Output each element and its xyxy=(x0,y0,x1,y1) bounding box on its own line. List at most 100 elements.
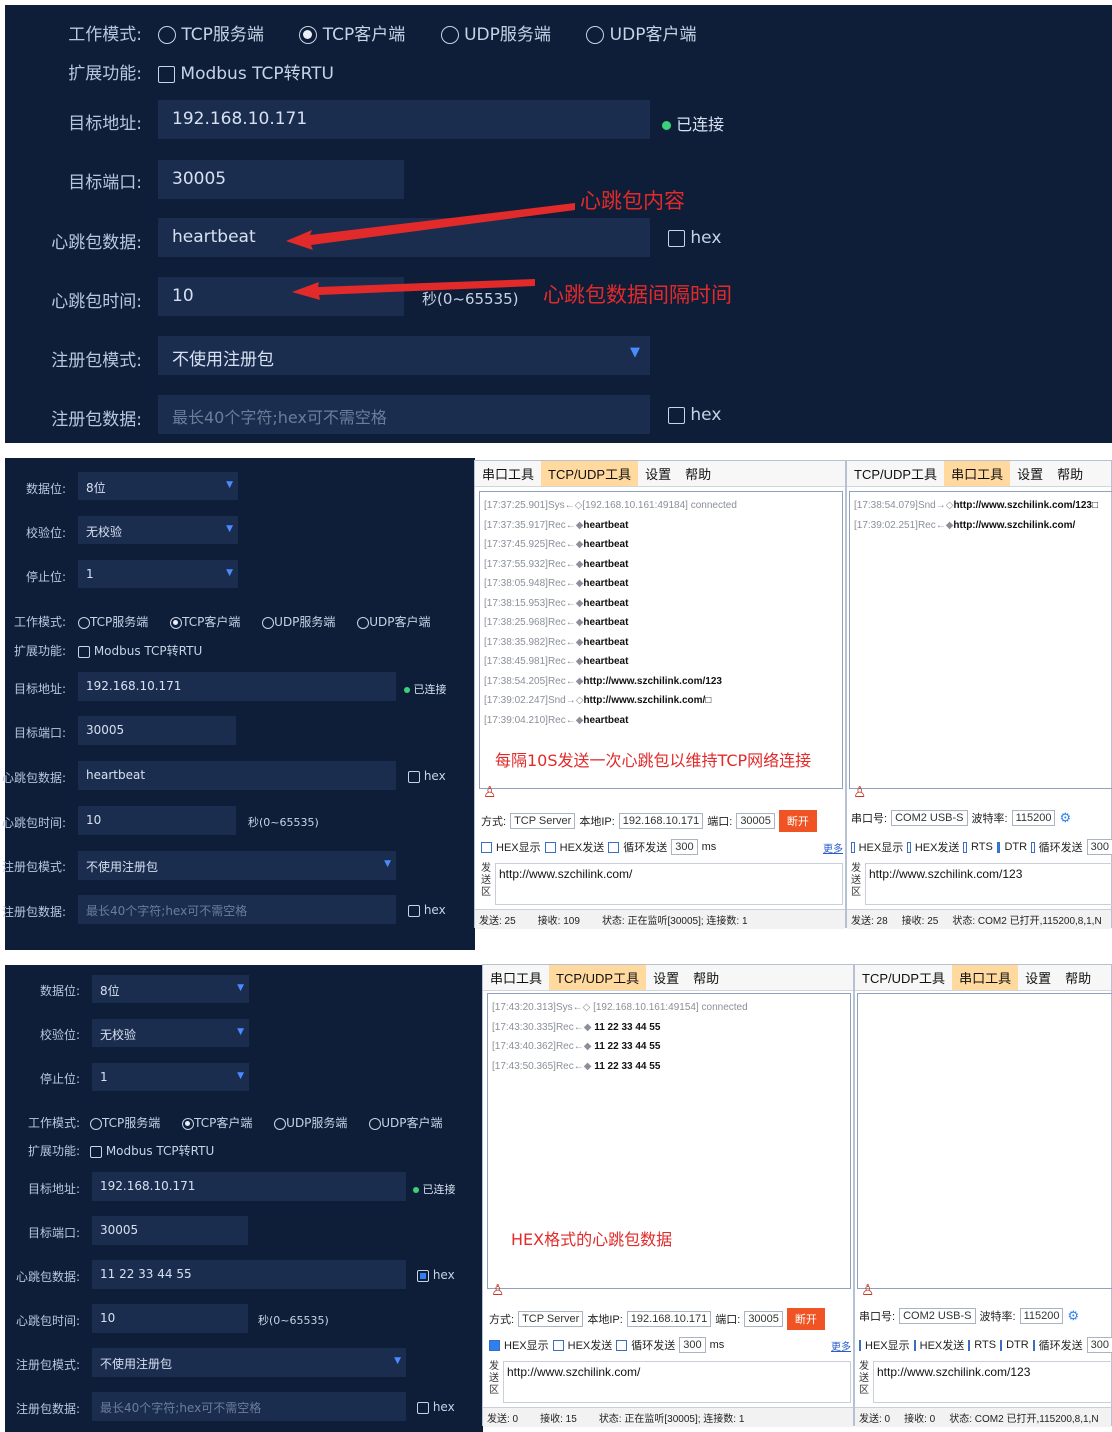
port-label: 端口: xyxy=(715,1314,741,1326)
stop-bits-select[interactable]: 1 ▼ xyxy=(78,560,238,588)
port-input[interactable]: 30005 xyxy=(744,1311,783,1327)
hex-send-label: HEX发送 xyxy=(559,842,605,854)
parity-label: 校验位: xyxy=(25,526,66,540)
menu-help[interactable]: 帮助 xyxy=(686,965,726,990)
loop-send-checkbox[interactable] xyxy=(616,1339,628,1351)
menu-tcp-udp-tool[interactable]: TCP/UDP工具 xyxy=(541,461,639,486)
hex-show-label: HEX显示 xyxy=(858,842,904,854)
menu-serial-tool[interactable]: 串口工具 xyxy=(952,965,1019,990)
mode-udp-client[interactable]: UDP客户端 xyxy=(369,1116,443,1130)
loop-interval-input[interactable]: 300 xyxy=(679,1337,706,1353)
send-textarea[interactable]: http://www.szchilink.com/ xyxy=(495,863,843,905)
data-bits-select[interactable]: 8位 ▼ xyxy=(78,472,238,500)
data-bits-select[interactable]: 8位 ▼ xyxy=(92,975,249,1003)
hex-send-checkbox[interactable] xyxy=(913,1339,916,1351)
dtr-checkbox[interactable] xyxy=(1000,1339,1003,1351)
mode-udp-client[interactable]: UDP客户端 xyxy=(357,615,431,629)
disconnect-button[interactable]: 断开 xyxy=(778,810,817,832)
menu-help[interactable]: 帮助 xyxy=(678,461,718,486)
loop-send-checkbox[interactable] xyxy=(1032,1339,1035,1351)
hex-show-checkbox[interactable] xyxy=(851,841,855,853)
mode-udp-server[interactable]: UDP服务端 xyxy=(262,615,335,629)
heartbeat-time-input[interactable]: 10 xyxy=(92,1304,248,1333)
mode-select[interactable]: TCP Server xyxy=(518,1311,584,1327)
stop-bits-select[interactable]: 1 ▼ xyxy=(92,1063,249,1091)
menu-tcp-udp-tool[interactable]: TCP/UDP工具 xyxy=(549,965,647,990)
modbus-checkbox[interactable]: Modbus TCP转RTU xyxy=(78,642,202,659)
register-data-input[interactable]: 最长40个字符;hex可不需空格 xyxy=(78,895,396,924)
loop-send-checkbox[interactable] xyxy=(608,841,620,853)
menu-settings[interactable]: 设置 xyxy=(646,965,686,990)
hex-show-checkbox[interactable] xyxy=(489,1339,500,1351)
options-row: HEX显示 HEX发送 RTS DTR 循环发送 300 xyxy=(851,839,1112,855)
register-data-input[interactable]: 最长40个字符;hex可不需空格 xyxy=(92,1392,406,1421)
loop-interval-input[interactable]: 300 xyxy=(1086,1337,1112,1353)
dtr-checkbox[interactable] xyxy=(996,841,1001,853)
reg-hex-checkbox[interactable]: hex xyxy=(417,1400,455,1414)
loop-interval-input[interactable]: 300 xyxy=(671,839,698,855)
mode-select[interactable]: TCP Server xyxy=(510,813,576,829)
mode-udp-server[interactable]: UDP服务端 xyxy=(274,1116,347,1130)
loop-send-checkbox[interactable] xyxy=(1031,841,1035,853)
menu-settings[interactable]: 设置 xyxy=(638,461,678,486)
receive-log-area[interactable]: [17:37:25.901]Sys←◇[192.168.10.161:49184… xyxy=(479,491,843,789)
log-line: [17:39:02.251]Rec←◆http://www.szchilink.… xyxy=(854,519,1076,531)
more-link[interactable]: 更多 xyxy=(823,840,843,855)
disconnect-button[interactable]: 断开 xyxy=(786,1308,825,1330)
gear-icon[interactable]: ⚙ xyxy=(1059,810,1071,826)
register-mode-select[interactable]: 不使用注册包 ▼ xyxy=(92,1348,406,1377)
hb-hex-checkbox[interactable]: hex xyxy=(417,1268,455,1282)
loop-interval-input[interactable]: 300 xyxy=(1086,839,1112,855)
rts-checkbox[interactable] xyxy=(963,841,968,853)
baud-select[interactable]: 115200 xyxy=(1011,810,1056,826)
hex-show-checkbox[interactable] xyxy=(859,1339,861,1351)
target-port-input[interactable]: 30005 xyxy=(92,1216,248,1245)
target-address-input[interactable]: 192.168.10.171 xyxy=(78,672,396,701)
com-port-select[interactable]: COM2 USB-S xyxy=(899,1308,976,1324)
ip-select[interactable]: 192.168.10.171 xyxy=(618,813,704,829)
send-textarea[interactable]: http://www.szchilink.com/123 xyxy=(873,1361,1112,1403)
rts-checkbox[interactable] xyxy=(968,1339,971,1351)
mode-tcp-client[interactable]: TCP客户端 xyxy=(182,1116,252,1130)
window-icon: ♙ xyxy=(853,784,867,801)
modbus-checkbox[interactable]: Modbus TCP转RTU xyxy=(90,1142,214,1159)
target-port-input[interactable]: 30005 xyxy=(78,716,236,745)
recv-count: 接收: 25 xyxy=(901,916,939,927)
menu-serial-tool[interactable]: 串口工具 xyxy=(483,965,549,990)
send-textarea[interactable]: http://www.szchilink.com/123 xyxy=(865,863,1112,905)
ip-select[interactable]: 192.168.10.171 xyxy=(626,1311,712,1327)
mode-tcp-server[interactable]: TCP服务端 xyxy=(78,615,148,629)
hex-send-checkbox[interactable] xyxy=(544,841,556,853)
heartbeat-data-input[interactable]: 11 22 33 44 55 xyxy=(92,1260,406,1289)
receive-log-area[interactable]: [17:38:54.079]Snd→◇http://www.szchilink.… xyxy=(849,491,1112,789)
baud-select[interactable]: 115200 xyxy=(1019,1308,1064,1324)
gear-icon[interactable]: ⚙ xyxy=(1067,1308,1079,1324)
menu-settings[interactable]: 设置 xyxy=(1018,965,1058,990)
menu-help[interactable]: 帮助 xyxy=(1050,461,1090,486)
hex-show-checkbox[interactable] xyxy=(481,841,492,853)
heartbeat-data-input[interactable]: heartbeat xyxy=(78,761,396,790)
heartbeat-time-input[interactable]: 10 xyxy=(78,806,236,835)
mode-tcp-server[interactable]: TCP服务端 xyxy=(90,1116,160,1130)
hex-send-checkbox[interactable] xyxy=(552,1339,564,1351)
menu-tcp-udp-tool[interactable]: TCP/UDP工具 xyxy=(855,965,952,990)
com-port-select[interactable]: COM2 USB-S xyxy=(891,810,968,826)
menu-serial-tool[interactable]: 串口工具 xyxy=(944,461,1011,486)
hex-send-checkbox[interactable] xyxy=(907,841,911,853)
menu-help[interactable]: 帮助 xyxy=(1058,965,1098,990)
mode-tcp-client[interactable]: TCP客户端 xyxy=(170,615,240,629)
register-mode-select[interactable]: 不使用注册包 ▼ xyxy=(78,851,396,880)
receive-log-area[interactable] xyxy=(857,993,1112,1289)
parity-select[interactable]: 无校验 ▼ xyxy=(92,1019,249,1047)
send-textarea[interactable]: http://www.szchilink.com/ xyxy=(503,1361,851,1403)
more-link[interactable]: 更多 xyxy=(831,1338,851,1353)
reg-hex-checkbox[interactable]: hex xyxy=(408,903,446,917)
parity-select[interactable]: 无校验 ▼ xyxy=(78,516,238,544)
menu-tcp-udp-tool[interactable]: TCP/UDP工具 xyxy=(847,461,944,486)
hb-hex-checkbox[interactable]: hex xyxy=(408,769,446,783)
menu-settings[interactable]: 设置 xyxy=(1010,461,1050,486)
menu-serial-tool[interactable]: 串口工具 xyxy=(475,461,541,486)
port-input[interactable]: 30005 xyxy=(736,813,775,829)
target-address-input[interactable]: 192.168.10.171 xyxy=(92,1172,406,1201)
hex-label: hex xyxy=(432,1268,455,1282)
